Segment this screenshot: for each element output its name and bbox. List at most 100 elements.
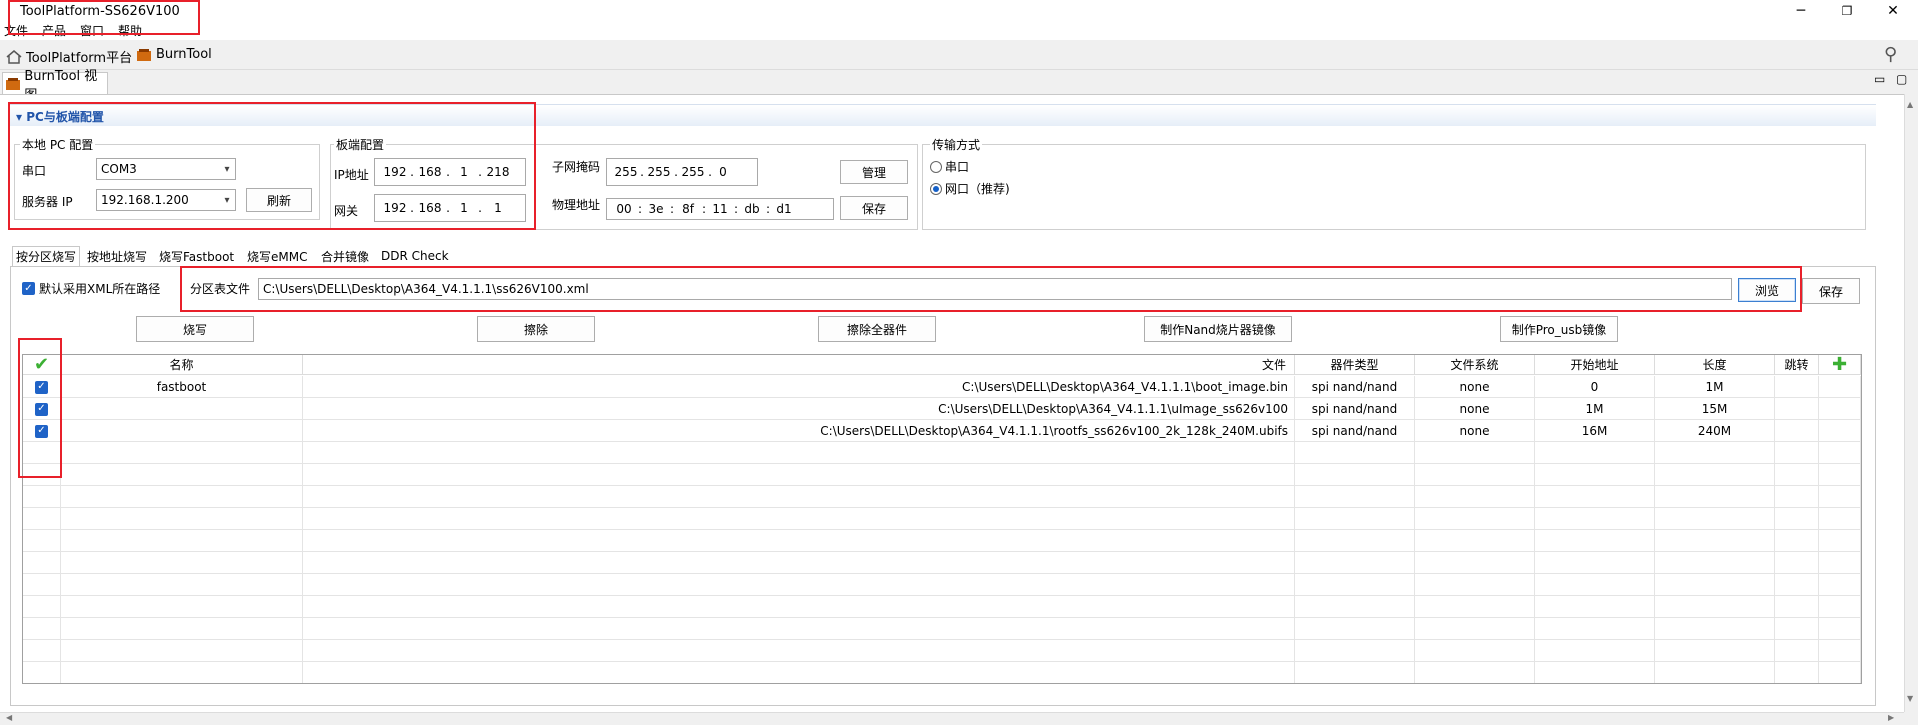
menu-bar: 文件 产品 窗口 帮助 xyxy=(0,24,1918,40)
home-icon xyxy=(6,49,22,64)
tab-merge-image[interactable]: 合并镜像 xyxy=(318,246,372,266)
toolplatform-button[interactable]: ToolPlatform平台 xyxy=(6,47,132,66)
table-row[interactable] xyxy=(23,464,1861,486)
cell-jump xyxy=(1775,398,1819,420)
tab-fastboot[interactable]: 烧写Fastboot xyxy=(156,246,237,266)
row-checkbox[interactable]: ✓ xyxy=(23,398,61,420)
menu-window[interactable]: 窗口 xyxy=(80,24,104,38)
search-icon[interactable]: ⚲ xyxy=(1884,44,1897,65)
cell-empty xyxy=(1535,530,1655,552)
cell-file: C:\Users\DELL\Desktop\A364_V4.1.1.1\uIma… xyxy=(303,398,1295,420)
checkbox-check-icon: ✓ xyxy=(35,402,48,416)
table-row[interactable] xyxy=(23,662,1861,683)
menu-help[interactable]: 帮助 xyxy=(118,24,142,38)
toolbar: ToolPlatform平台 BurnTool ⚲ xyxy=(0,42,1918,70)
minimize-button[interactable]: ─ xyxy=(1778,0,1824,22)
header-select-all-icon[interactable]: ✔ xyxy=(23,355,61,375)
partition-file-input[interactable]: C:\Users\DELL\Desktop\A364_V4.1.1.1\ss62… xyxy=(258,278,1732,300)
table-row[interactable] xyxy=(23,486,1861,508)
cell-empty xyxy=(1295,596,1415,618)
table-row[interactable]: ✓ C:\Users\DELL\Desktop\A364_V4.1.1.1\roo… xyxy=(23,420,1861,442)
make-pro-usb-image-button[interactable]: 制作Pro_usb镜像 xyxy=(1500,316,1618,342)
radio-serial[interactable]: 串口 xyxy=(930,158,969,175)
cell-empty xyxy=(1819,420,1861,442)
restore-button[interactable]: ❐ xyxy=(1824,0,1870,22)
burntool-view-tab[interactable]: BurnTool 视图 xyxy=(2,69,108,103)
section-header[interactable] xyxy=(10,104,1876,126)
scroll-up-icon[interactable]: ▲ xyxy=(1907,100,1913,109)
tab-emmc[interactable]: 烧写eMMC xyxy=(244,246,310,266)
table-row[interactable]: ✓ C:\Users\DELL\Desktop\A364_V4.1.1.1\uIm… xyxy=(23,398,1861,420)
gateway-input[interactable]: 192. 168. 1. 1 xyxy=(374,194,526,222)
board-save-button[interactable]: 保存 xyxy=(840,196,908,220)
cell-empty xyxy=(1775,508,1819,530)
table-row[interactable] xyxy=(23,618,1861,640)
view-minimize-icon[interactable]: ▭ xyxy=(1874,72,1885,86)
cell-device: spi nand/nand xyxy=(1295,420,1415,442)
cell-empty xyxy=(303,640,1295,662)
erase-button[interactable]: 擦除 xyxy=(477,316,595,342)
cell-empty xyxy=(303,574,1295,596)
cell-empty xyxy=(1655,530,1775,552)
table-row[interactable] xyxy=(23,552,1861,574)
table-row[interactable] xyxy=(23,530,1861,552)
cell-empty xyxy=(1535,574,1655,596)
cell-empty xyxy=(61,530,303,552)
cell-empty xyxy=(303,530,1295,552)
cell-jump xyxy=(1775,420,1819,442)
subnet-input[interactable]: 255. 255. 255. 0 xyxy=(606,158,758,186)
cell-empty xyxy=(61,442,303,464)
table-row[interactable] xyxy=(23,574,1861,596)
scroll-right-icon[interactable]: ▶ xyxy=(1888,713,1894,722)
browse-button[interactable]: 浏览 xyxy=(1738,278,1796,302)
ip-address-input[interactable]: 192. 168. 1. 218 xyxy=(374,158,526,186)
horizontal-scrollbar[interactable]: ◀ ▶ xyxy=(0,712,1904,725)
scroll-down-icon[interactable]: ▼ xyxy=(1907,694,1913,703)
board-group-title: 板端配置 xyxy=(334,136,387,153)
manage-button[interactable]: 管理 xyxy=(840,160,908,184)
cell-name xyxy=(61,398,303,420)
view-maximize-icon[interactable]: ▢ xyxy=(1896,72,1907,86)
cell-empty xyxy=(1775,530,1819,552)
tab-ddr-check[interactable]: DDR Check xyxy=(378,246,452,266)
cell-empty xyxy=(1775,442,1819,464)
erase-all-button[interactable]: 擦除全器件 xyxy=(818,316,936,342)
cell-empty xyxy=(1819,552,1861,574)
row-checkbox[interactable]: ✓ xyxy=(23,420,61,442)
radio-network[interactable]: 网口（推荐) xyxy=(930,180,1010,197)
add-row-icon[interactable]: ✚ xyxy=(1819,355,1861,375)
tab-address-burn[interactable]: 按地址烧写 xyxy=(84,246,150,266)
burntool-button[interactable]: BurnTool xyxy=(136,47,212,62)
table-row[interactable]: ✓ fastboot C:\Users\DELL\Desktop\A364_V4.1… xyxy=(23,376,1861,398)
close-button[interactable]: ✕ xyxy=(1870,0,1916,22)
menu-product[interactable]: 产品 xyxy=(42,24,66,38)
cell-empty xyxy=(1655,640,1775,662)
table-row[interactable] xyxy=(23,640,1861,662)
cell-empty xyxy=(61,618,303,640)
scroll-left-icon[interactable]: ◀ xyxy=(6,713,12,722)
make-nand-image-button[interactable]: 制作Nand烧片器镜像 xyxy=(1144,316,1292,342)
row-checkbox[interactable]: ✓ xyxy=(23,376,61,398)
burn-button[interactable]: 烧写 xyxy=(136,316,254,342)
mac-label: 物理地址 xyxy=(552,198,601,212)
vertical-scrollbar[interactable]: ▲ ▼ xyxy=(1904,94,1918,712)
cell-empty xyxy=(23,530,61,552)
cell-empty xyxy=(1819,442,1861,464)
refresh-button[interactable]: 刷新 xyxy=(246,188,312,212)
collapse-arrow-icon: ▾ xyxy=(16,110,23,124)
cell-empty xyxy=(1415,530,1535,552)
cell-empty xyxy=(1819,376,1861,398)
section-title[interactable]: ▾ PC与板端配置 xyxy=(16,108,104,125)
table-row[interactable] xyxy=(23,508,1861,530)
header-filesystem: 文件系统 xyxy=(1415,355,1535,375)
tab-partition-burn[interactable]: 按分区烧写 xyxy=(12,246,81,266)
server-ip-select[interactable]: 192.168.1.200 ▾ xyxy=(96,189,236,211)
use-xml-path-checkbox[interactable]: ✓ 默认采用XML所在路径 xyxy=(22,280,160,297)
table-row[interactable] xyxy=(23,442,1861,464)
table-row[interactable] xyxy=(23,596,1861,618)
serial-select[interactable]: COM3 ▾ xyxy=(96,158,236,180)
cell-empty xyxy=(61,464,303,486)
partition-save-button[interactable]: 保存 xyxy=(1802,278,1860,304)
menu-file[interactable]: 文件 xyxy=(4,24,28,38)
mac-input[interactable]: 00: 3e: 8f: 11: db: d1 xyxy=(606,198,834,220)
